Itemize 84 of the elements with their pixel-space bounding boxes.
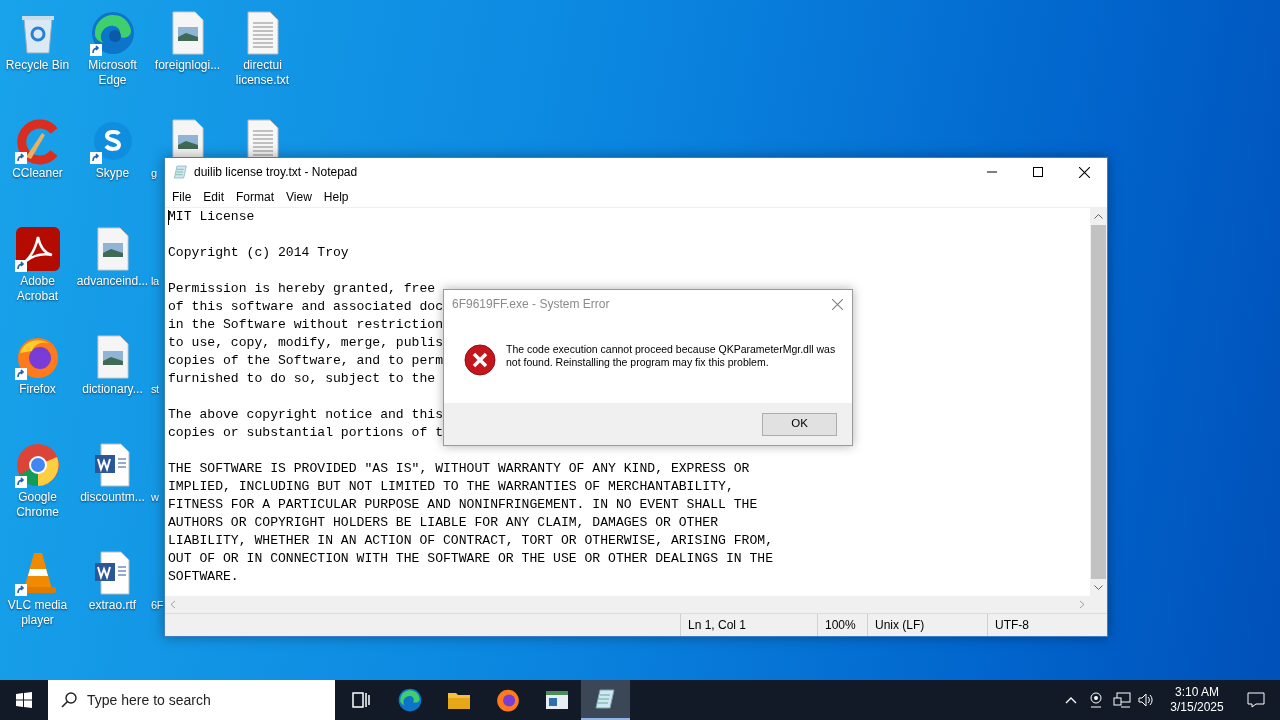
text-line: LIABILITY, WHETHER IN AN ACTION OF CONTRACT, TORT OR OTHERWISE, ARISING FROM,	[168, 532, 774, 550]
desktop-icon-label[interactable]: CCleaner	[10, 166, 65, 181]
chevron-up-icon[interactable]	[1065, 696, 1077, 704]
text-line: furnished to do so, subject to the	[168, 370, 436, 388]
text-line: copies or substantial portions of t	[168, 424, 443, 442]
ok-button[interactable]: OK	[762, 412, 837, 436]
notepad-icon	[593, 687, 618, 711]
desktop-icon-label[interactable]: Microsoft Edge	[75, 58, 150, 88]
text-line: of this software and associated doc	[168, 298, 443, 316]
dialog-title: 6F9619FF.exe - System Error	[452, 296, 610, 313]
app-window-icon	[544, 689, 569, 711]
shortcut-arrow-icon	[89, 152, 102, 164]
menu-item[interactable]: View	[280, 187, 318, 206]
text-line: FITNESS FOR A PARTICULAR PURPOSE AND NONINFRINGEMENT. IN NO EVENT SHALL THE	[168, 496, 758, 514]
shortcut-arrow-icon	[89, 44, 102, 56]
close-icon	[831, 298, 843, 310]
desktop-icon-label[interactable]: foreignlogi...	[152, 58, 223, 73]
text-line: The above copyright notice and this	[168, 406, 443, 424]
desktop-icon-label[interactable]: la	[150, 274, 159, 289]
firefox-icon	[494, 687, 521, 713]
status-text: UTF-8	[995, 617, 1029, 634]
desktop-icon-label[interactable]: Skype	[93, 166, 132, 181]
text-line: SOFTWARE.	[168, 568, 239, 586]
menu-item[interactable]: Help	[317, 187, 355, 206]
shortcut-arrow-icon	[14, 368, 27, 380]
windows-logo-icon	[16, 692, 32, 708]
search-icon	[61, 692, 77, 708]
notepad-icon	[173, 164, 189, 180]
text-line: AUTHORS OR COPYRIGHT HOLDERS BE LIABLE FOR ANY CLAIM, DAMAGES OR OTHER	[168, 514, 719, 532]
clock[interactable]: 3:10 AM 3/15/2025	[1162, 685, 1232, 715]
text-line: MIT License	[168, 208, 255, 226]
search-field[interactable]: Type here to search	[87, 689, 335, 711]
desktop-icon-label[interactable]: w	[150, 490, 159, 505]
network-icon[interactable]	[1113, 692, 1131, 708]
close-icon	[1078, 166, 1090, 178]
desktop-icon-label[interactable]: advanceind...	[74, 274, 151, 289]
text-line: in the Software without restriction	[168, 316, 443, 334]
desktop-icon-label[interactable]: g	[150, 166, 157, 181]
menu-item[interactable]: Format	[230, 187, 281, 206]
desktop-icon-label[interactable]: discountm...	[78, 490, 147, 505]
shortcut-arrow-icon	[14, 584, 27, 596]
horizontal-scrollbar[interactable]	[165, 596, 1090, 613]
shortcut-arrow-icon	[14, 260, 27, 272]
text-line: Copyright (c) 2014 Troy	[168, 244, 349, 262]
desktop-icon-label[interactable]: extrao.rtf	[86, 598, 139, 613]
desktop-icon-label[interactable]: Adobe Acrobat	[0, 274, 75, 304]
desktop-icon-label[interactable]: VLC media player	[0, 598, 75, 628]
shortcut-arrow-icon	[14, 476, 27, 488]
taskbar-app-button[interactable]	[581, 680, 630, 720]
desktop-icon-label[interactable]: dictionary...	[80, 382, 145, 397]
shortcut-arrow-icon	[14, 152, 27, 164]
volume-icon[interactable]	[1138, 692, 1154, 708]
status-text: 100%	[825, 617, 856, 634]
status-text: Ln 1, Col 1	[688, 617, 747, 634]
scroll-down-icon	[1094, 585, 1103, 590]
scrollbar-thumb[interactable]	[1091, 225, 1106, 579]
notification-icon	[1247, 692, 1265, 708]
scroll-up-icon	[1094, 214, 1103, 219]
text-line: Permission is hereby granted, free	[168, 280, 436, 298]
task-view-icon	[349, 689, 372, 711]
error-message: The code execution cannot proceed because QKParameterMgr.dll was not found. Reinstalling the program may fix this problem.	[506, 343, 836, 369]
scroll-left-icon	[169, 600, 178, 609]
text-line: IMPLIED, INCLUDING BUT NOT LIMITED TO THE WARRANTIES OF MERCHANTABILITY,	[168, 478, 734, 496]
maximize-icon	[1033, 167, 1043, 177]
menu-item[interactable]: File	[166, 187, 198, 206]
window-title: duilib license troy.txt - Notepad	[194, 164, 358, 181]
desktop-icon-label[interactable]: 6F	[150, 598, 164, 613]
search-bar[interactable]: Type here to search	[48, 680, 335, 720]
scroll-right-icon	[1077, 600, 1086, 609]
error-icon	[464, 344, 496, 376]
text-line: THE SOFTWARE IS PROVIDED "AS IS", WITHOUT WARRANTY OF ANY KIND, EXPRESS OR	[168, 460, 750, 478]
text-line: OUT OF OR IN CONNECTION WITH THE SOFTWARE OR THE USE OR OTHER DEALINGS IN THE	[168, 550, 774, 568]
edge-icon	[396, 687, 423, 713]
desktop-icon-label[interactable]: directui license.txt	[225, 58, 300, 88]
status-text: Unix (LF)	[875, 617, 925, 634]
vertical-scrollbar[interactable]	[1090, 208, 1107, 596]
desktop-icon-label[interactable]: Firefox	[17, 382, 58, 397]
desktop-icon-label[interactable]: Recycle Bin	[3, 58, 72, 73]
camera-icon[interactable]	[1089, 692, 1103, 708]
menu-item[interactable]: Edit	[197, 187, 231, 206]
text-line: copies of the Software, and to perm	[168, 352, 443, 370]
desktop-icon-label[interactable]: st	[150, 382, 159, 397]
text-line: to use, copy, modify, merge, publis	[168, 334, 443, 352]
desktop-icon-label[interactable]: Google Chrome	[0, 490, 75, 520]
